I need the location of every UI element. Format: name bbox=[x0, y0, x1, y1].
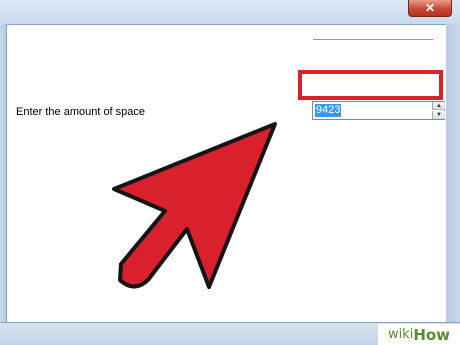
wikihow-logo: wiki How bbox=[378, 324, 460, 345]
watermark-how: How bbox=[413, 325, 451, 344]
pointer-arrow-shape bbox=[112, 122, 277, 289]
watermark-wiki: wiki bbox=[387, 327, 414, 342]
pointer-arrow-annotation bbox=[112, 122, 277, 289]
